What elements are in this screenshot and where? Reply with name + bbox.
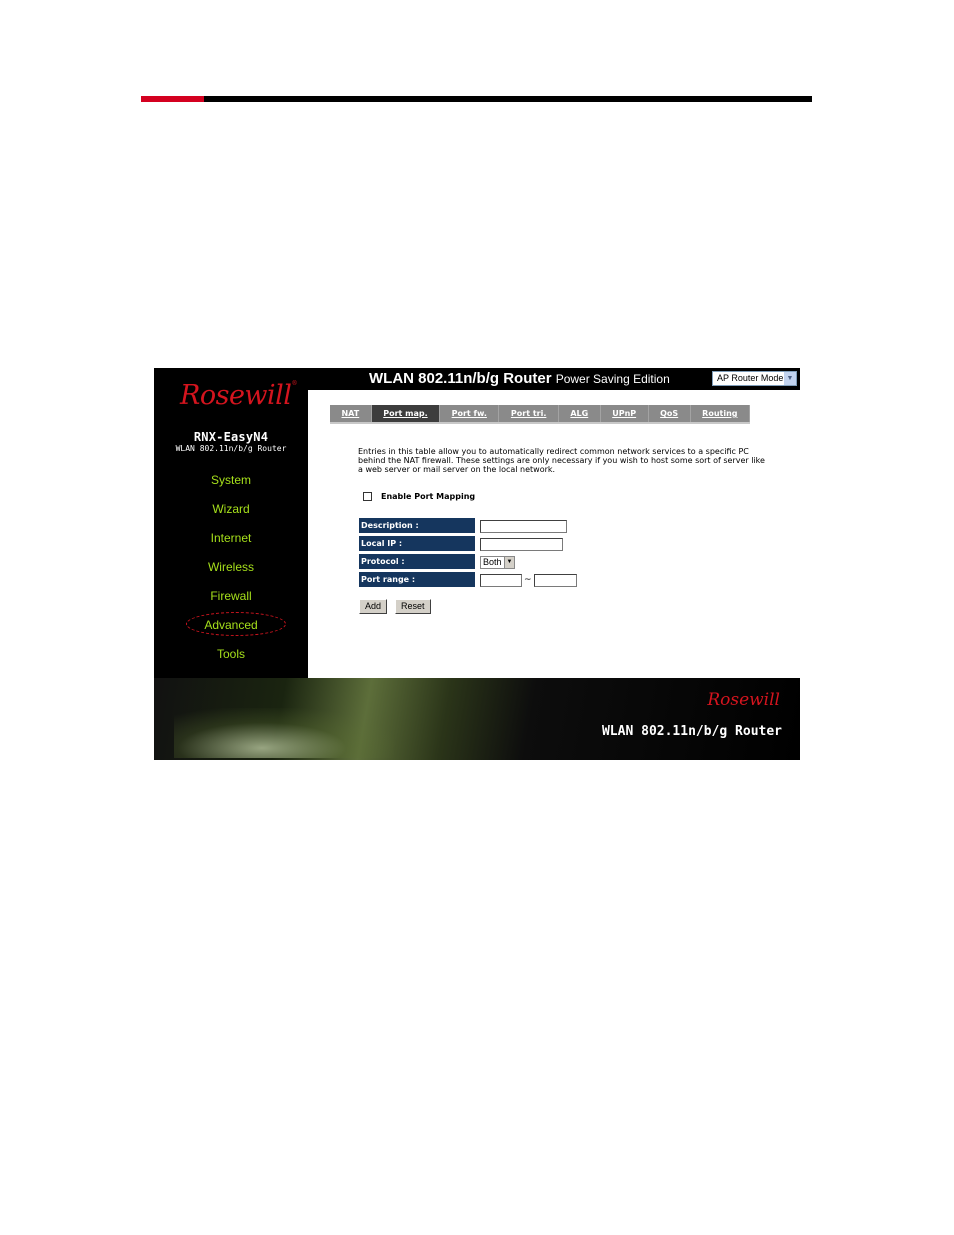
tab-upnp[interactable]: UPnP bbox=[601, 405, 649, 422]
reset-button[interactable]: Reset bbox=[395, 599, 431, 614]
port-mapping-form: Description : Local IP : Protocol : Both… bbox=[359, 517, 577, 589]
header-bar: WLAN 802.11n/b/g Router Power Saving Edi… bbox=[308, 368, 800, 390]
tab-port-tri[interactable]: Port tri. bbox=[499, 405, 559, 422]
port-range-from-input[interactable] bbox=[480, 573, 522, 587]
tab-port-fw[interactable]: Port fw. bbox=[440, 405, 500, 422]
description-input[interactable] bbox=[480, 519, 567, 533]
sidebar-item-system[interactable]: System bbox=[154, 472, 308, 501]
add-button[interactable]: Add bbox=[359, 599, 388, 614]
footer-rosewill-logo: Rosewill bbox=[707, 690, 780, 710]
header-title-sub: Power Saving Edition bbox=[555, 372, 670, 386]
tab-routing[interactable]: Routing bbox=[691, 405, 750, 422]
sidebar: Rosewill® RNX-EasyN4 WLAN 802.11n/b/g Ro… bbox=[154, 368, 308, 678]
rosewill-logo: Rosewill® bbox=[180, 380, 297, 411]
form-row-protocol: Protocol : Both ▼ bbox=[359, 553, 577, 571]
header-title-main: WLAN 802.11n/b/g Router bbox=[369, 370, 552, 387]
model-subtitle: WLAN 802.11n/b/g Router bbox=[175, 444, 287, 453]
enable-port-mapping-label: Enable Port Mapping bbox=[381, 492, 476, 501]
port-range-to-input[interactable] bbox=[533, 573, 577, 587]
tab-bar: NAT Port map. Port fw. Port tri. ALG UPn… bbox=[330, 405, 750, 424]
mode-select[interactable]: AP Router Mode ▼ bbox=[712, 371, 797, 386]
chevron-down-icon[interactable]: ▼ bbox=[504, 556, 514, 568]
description-label: Description : bbox=[359, 518, 475, 534]
form-row-port-range: Port range : ~ bbox=[359, 571, 577, 589]
footer-title: WLAN 802.11n/b/g Router bbox=[601, 724, 782, 739]
form-row-local-ip: Local IP : bbox=[359, 535, 577, 553]
tab-alg[interactable]: ALG bbox=[559, 405, 601, 422]
port-range-label: Port range : bbox=[359, 572, 475, 588]
tab-port-map[interactable]: Port map. bbox=[371, 405, 441, 422]
port-range-separator: ~ bbox=[524, 575, 532, 585]
protocol-select-value: Both bbox=[483, 556, 502, 567]
sidebar-item-internet[interactable]: Internet bbox=[154, 530, 308, 559]
page-top-rule bbox=[141, 96, 812, 102]
intro-text: Entries in this table allow you to autom… bbox=[358, 447, 765, 474]
header-title: WLAN 802.11n/b/g Router Power Saving Edi… bbox=[369, 370, 670, 387]
chevron-down-icon[interactable]: ▼ bbox=[784, 372, 796, 385]
tab-nat[interactable]: NAT bbox=[330, 405, 372, 422]
footer-background-image bbox=[174, 708, 394, 758]
content-panel: NAT Port map. Port fw. Port tri. ALG UPn… bbox=[308, 390, 800, 678]
enable-port-mapping: Enable Port Mapping bbox=[363, 492, 475, 501]
router-admin-screenshot: Rosewill® RNX-EasyN4 WLAN 802.11n/b/g Ro… bbox=[154, 368, 800, 760]
protocol-label: Protocol : bbox=[359, 554, 475, 570]
sidebar-item-advanced[interactable]: Advanced bbox=[154, 612, 308, 646]
local-ip-label: Local IP : bbox=[359, 536, 475, 552]
top-rule-accent bbox=[141, 96, 204, 102]
tab-qos[interactable]: QoS bbox=[649, 405, 691, 422]
sidebar-item-wireless[interactable]: Wireless bbox=[154, 559, 308, 588]
form-buttons: Add Reset bbox=[359, 599, 431, 614]
registered-mark: ® bbox=[291, 380, 297, 387]
protocol-select[interactable]: Both ▼ bbox=[480, 555, 515, 569]
sidebar-item-tools[interactable]: Tools bbox=[154, 646, 308, 675]
sidebar-nav: System Wizard Internet Wireless Firewall… bbox=[154, 472, 308, 675]
sidebar-item-wizard[interactable]: Wizard bbox=[154, 501, 308, 530]
local-ip-input[interactable] bbox=[480, 537, 563, 551]
form-row-description: Description : bbox=[359, 517, 577, 535]
enable-port-mapping-checkbox[interactable] bbox=[363, 492, 372, 501]
mode-select-value: AP Router Mode bbox=[717, 373, 784, 383]
footer-banner: Rosewill WLAN 802.11n/b/g Router bbox=[154, 678, 800, 760]
model-name: RNX-EasyN4 bbox=[193, 430, 269, 444]
logo-text: Rosewill bbox=[180, 380, 292, 411]
